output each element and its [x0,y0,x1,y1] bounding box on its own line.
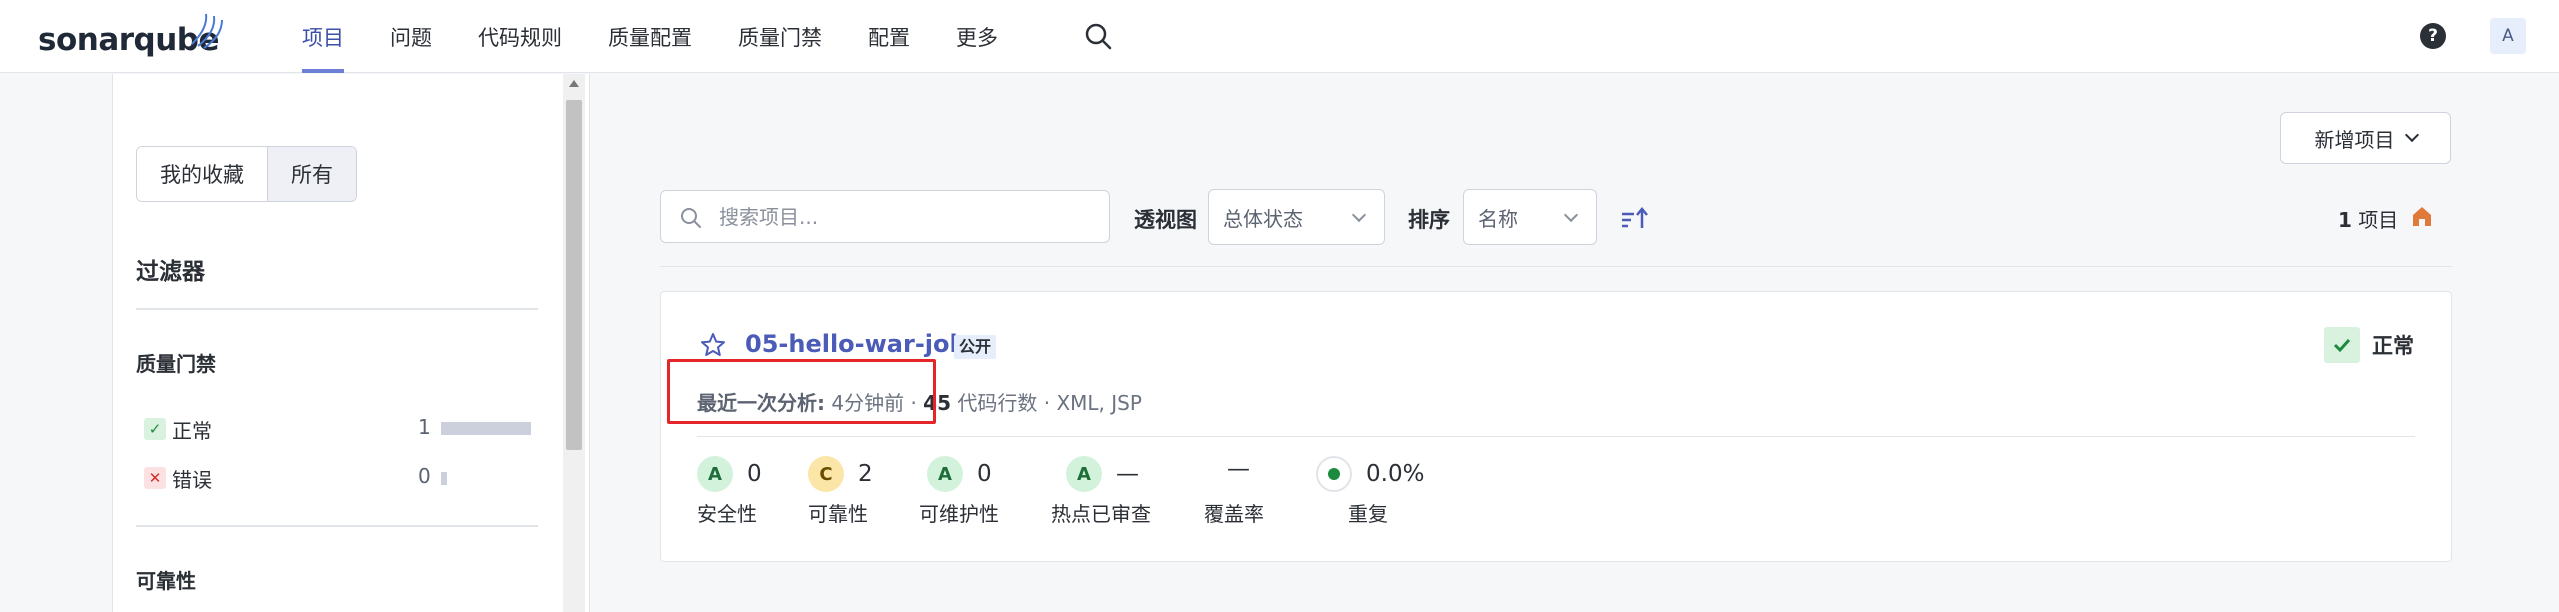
quality-gate-status: 正常 [2324,327,2414,363]
sort-select[interactable]: 名称 [1463,189,1597,245]
sonarqube-logo[interactable]: sonarqube [38,13,223,58]
perspective-select[interactable]: 总体状态 [1208,189,1385,245]
facet-item-passed[interactable]: ✓ 正常 [144,415,212,443]
nav-projects[interactable]: 项目 [302,0,344,73]
sort-direction-icon[interactable] [1620,206,1650,230]
metric-value: 0 [977,461,992,487]
search-input[interactable] [719,201,1089,233]
project-count-unit: 项目 [2358,208,2399,232]
metric-label: 可维护性 [919,502,999,526]
reliability-facet-title: 可靠性 [136,569,196,593]
check-icon [2324,327,2360,363]
sort-value: 名称 [1478,206,1518,231]
metric-label: 覆盖率 [1204,502,1264,526]
metric-duplications[interactable]: 0.0% [1316,456,1424,492]
metric-value: — [1116,461,1139,487]
home-icon[interactable] [2410,204,2434,228]
facet-label: 正常 [172,418,212,443]
favorites-toggle: 我的收藏 所有 [136,146,357,202]
metric-security[interactable]: A 0 [697,456,762,492]
quality-gate-facet-title: 质量门禁 [136,352,216,376]
divider [697,436,2415,437]
search-icon[interactable] [1082,20,1114,52]
rating-badge: A [1066,456,1102,492]
check-icon: ✓ [144,418,166,440]
divider [136,525,538,527]
metric-maintainability[interactable]: A 0 [927,456,992,492]
rating-badge: A [927,456,963,492]
facet-count: 0 [418,464,431,488]
logo-arcs-icon [191,13,223,49]
nav-administration[interactable]: 配置 [868,0,910,73]
divider [660,266,2452,267]
project-count: 1 项目 [2338,204,2398,233]
metric-value: 2 [858,461,873,487]
facet-count: 1 [418,415,431,439]
separator: · [1043,391,1051,415]
cross-icon: ✕ [144,467,166,489]
metric-label: 安全性 [697,502,757,526]
metric-reliability[interactable]: C 2 [808,456,873,492]
facet-bar [441,422,531,435]
sort-label: 排序 [1408,208,1450,232]
chevron-down-icon [1351,207,1367,223]
perspective-value: 总体状态 [1223,206,1303,231]
nav-rules[interactable]: 代码规则 [478,0,562,73]
metric-value: 0.0% [1366,461,1425,487]
metric-coverage[interactable]: — [1227,456,1250,482]
project-count-value: 1 [2338,208,2352,232]
search-icon [681,208,701,228]
visibility-badge: 公开 [954,335,997,359]
help-icon[interactable]: ? [2420,23,2446,49]
chevron-down-icon [1563,207,1579,223]
metric-value: 0 [747,461,762,487]
main-nav: 项目 问题 代码规则 质量配置 质量门禁 配置 更多 [302,0,1044,73]
divider [136,308,538,310]
rating-badge: A [697,456,733,492]
facet-bar [441,472,447,485]
metric-value: — [1227,456,1250,482]
filters-title: 过滤器 [136,259,205,285]
nav-quality-gates[interactable]: 质量门禁 [738,0,822,73]
new-project-label: 新增项目 [2314,127,2395,152]
metric-label: 热点已审查 [1051,502,1151,526]
perspective-label: 透视图 [1134,208,1197,232]
facet-item-failed[interactable]: ✕ 错误 [144,464,212,492]
nav-quality-profiles[interactable]: 质量配置 [608,0,692,73]
all-button[interactable]: 所有 [267,147,356,201]
project-search [660,190,1110,243]
loc-label: 代码行数 [957,391,1038,415]
nav-issues[interactable]: 问题 [390,0,432,73]
scrollbar-thumb[interactable] [566,100,582,450]
chevron-down-icon [2404,127,2419,143]
facet-label: 错误 [172,467,212,492]
top-navigation-bar: sonarqube 项目 问题 代码规则 质量配置 质量门禁 配置 更多 ? A [0,0,2559,73]
new-project-button[interactable]: 新增项目 [2280,112,2451,164]
star-icon[interactable] [700,332,726,358]
scroll-up-arrow-icon[interactable] [569,80,579,87]
duplication-dot [1328,468,1340,480]
metric-hotspots-reviewed[interactable]: A — [1066,456,1139,492]
avatar[interactable]: A [2490,18,2526,54]
annotation-highlight-box [667,359,936,424]
quality-gate-status-text: 正常 [2372,334,2414,358]
languages: XML, JSP [1056,391,1142,415]
duplication-ring-icon [1316,456,1352,492]
project-name-link[interactable]: 05-hello-war-job [745,330,967,358]
metric-label: 重复 [1348,502,1388,526]
metric-label: 可靠性 [808,502,868,526]
nav-more[interactable]: 更多 [956,0,998,73]
favorites-button[interactable]: 我的收藏 [137,147,267,201]
rating-badge: C [808,456,844,492]
